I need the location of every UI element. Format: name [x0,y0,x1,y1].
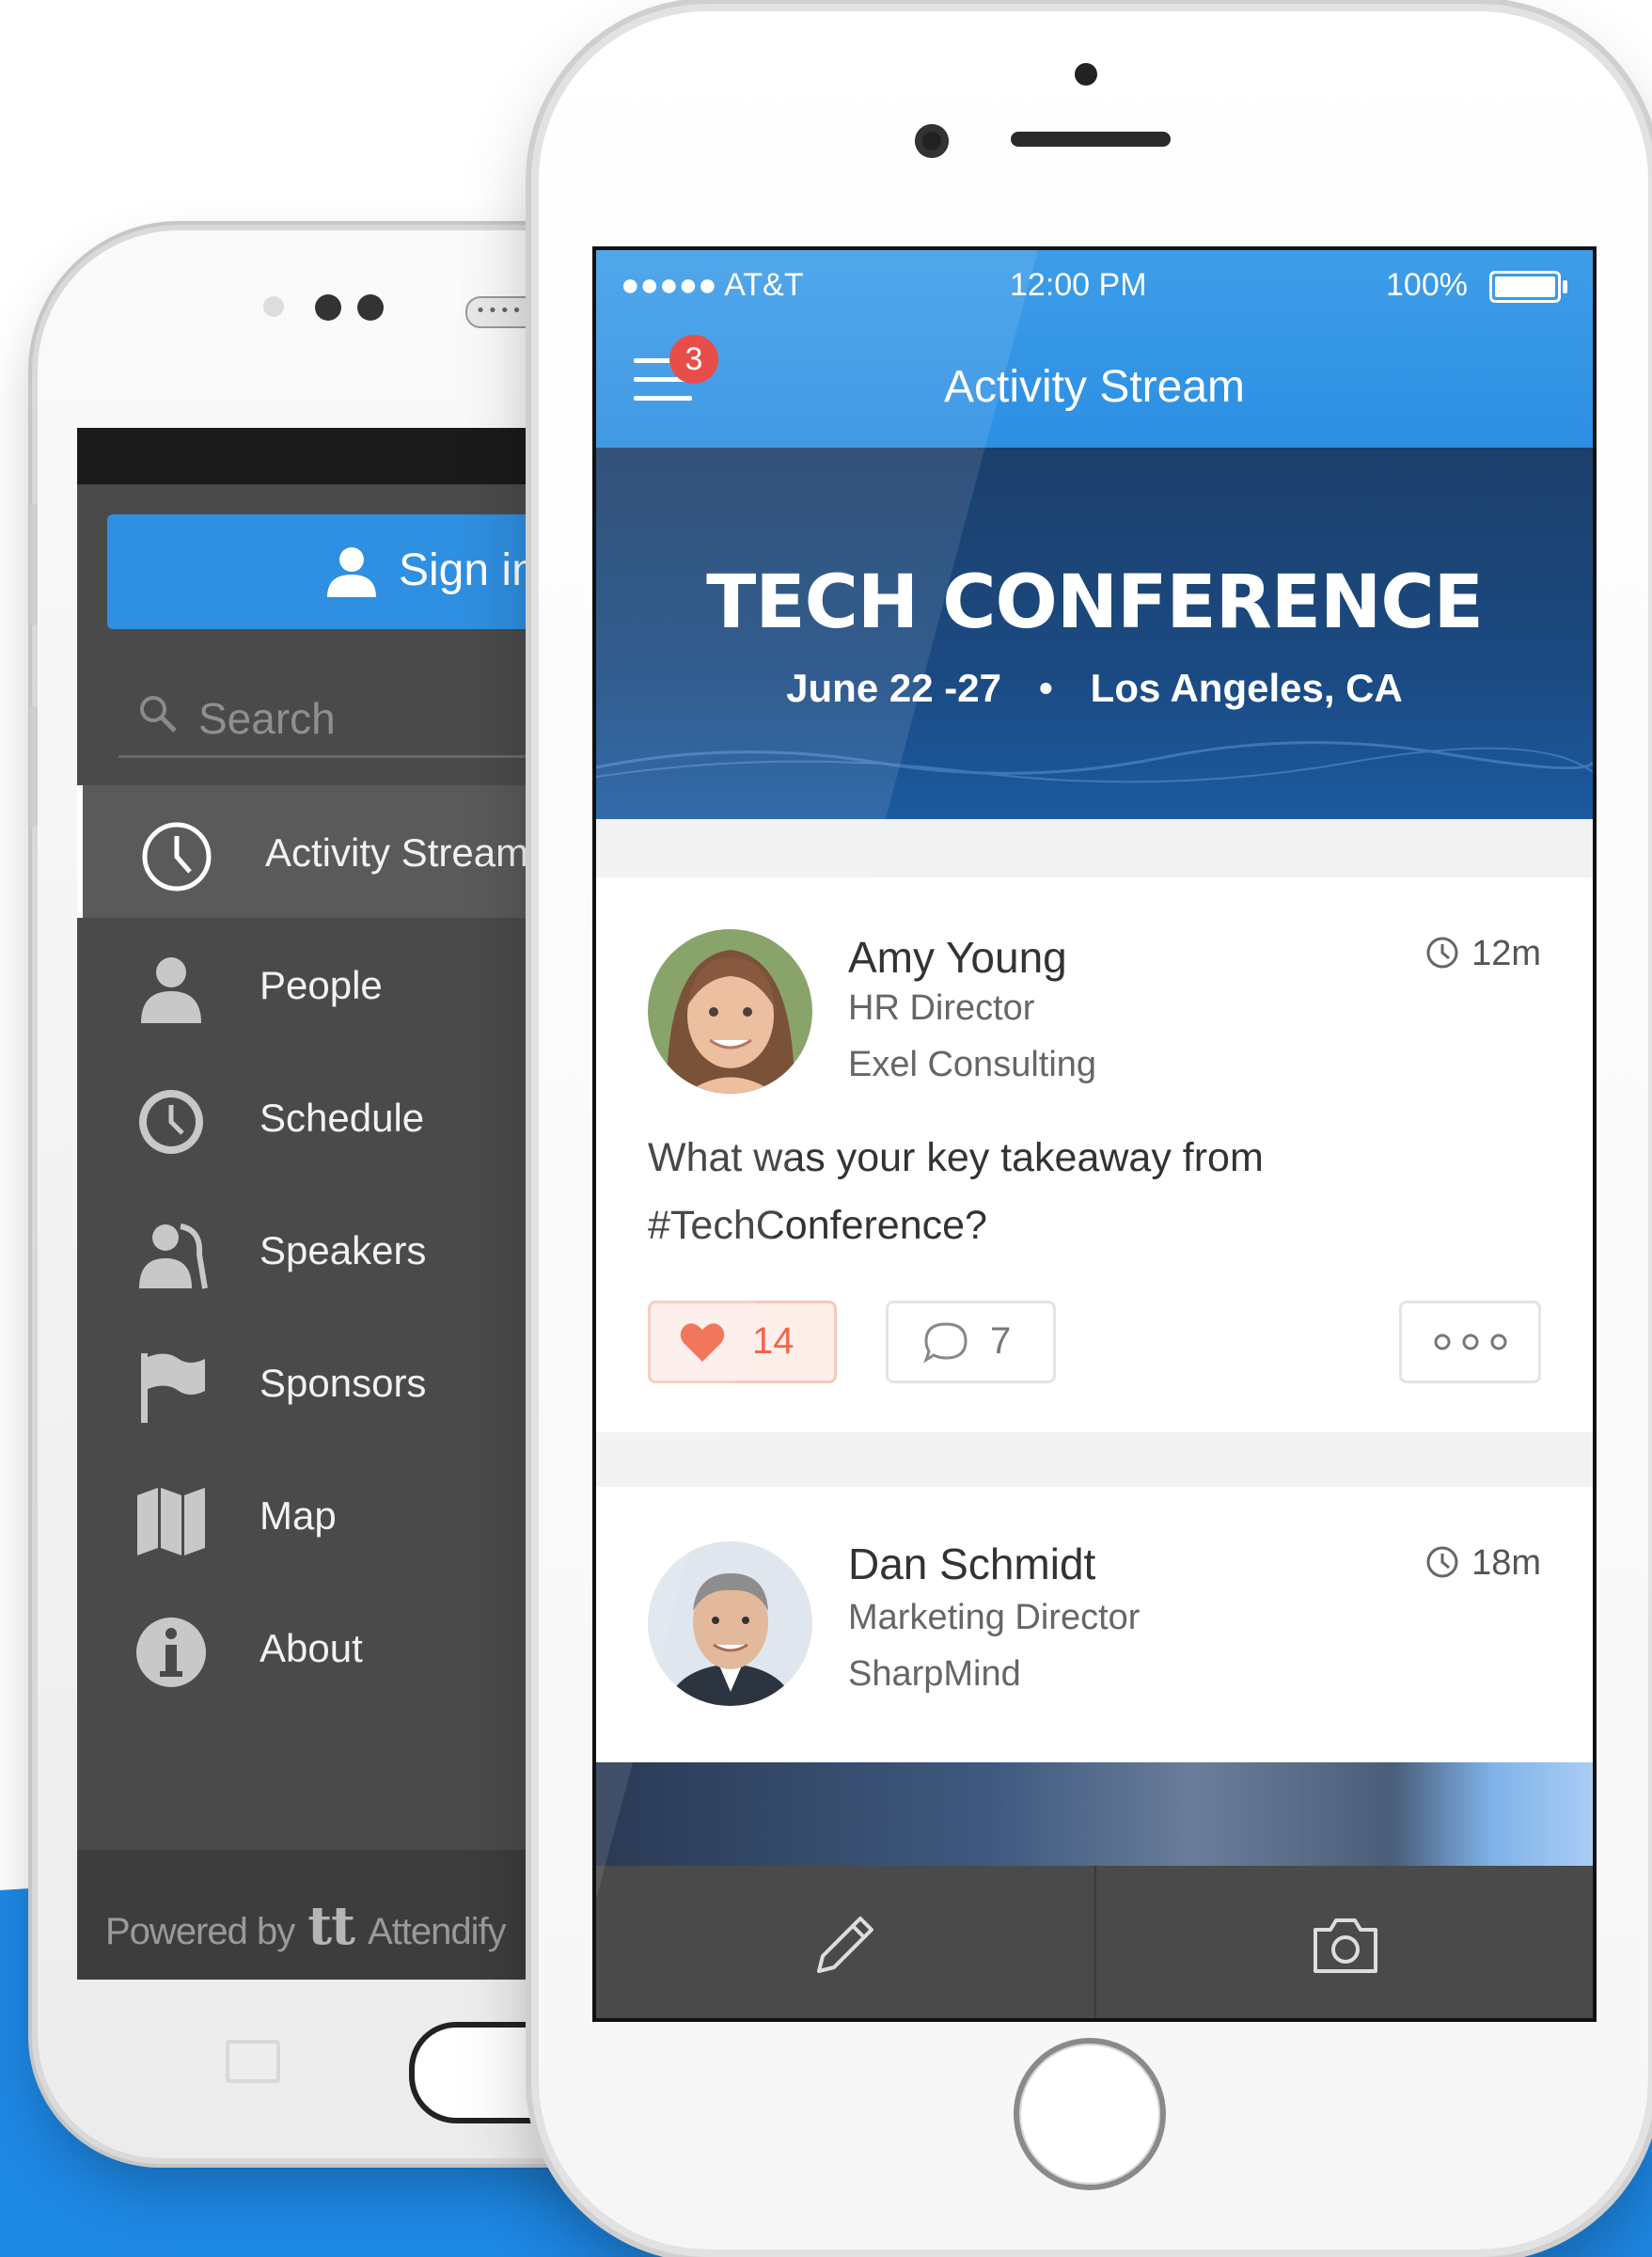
person-icon [141,957,201,1023]
author-role: Marketing Director [848,1598,1141,1637]
post-card: Amy Young HR Director Exel Consulting 12… [596,877,1593,1432]
page-title: Activity Stream [943,362,1246,412]
attendify-logo: tt [307,1895,355,1957]
map-icon [137,1488,205,1555]
event-banner: TECH CONFERENCE June 22 -27 • Los Angeles,… [596,448,1593,819]
front-camera [915,124,949,158]
front-camera [357,294,384,321]
post-text-line: What was your key takeaway from [648,1135,1264,1180]
post-text-line: #TechConference? [648,1203,987,1248]
author-name[interactable]: Dan Schmidt [848,1539,1095,1589]
author-name[interactable]: Amy Young [848,932,1067,983]
iphone: ●●●●● AT&T 12:00 PM 100% 3 Activity Stre… [539,11,1648,2249]
front-camera [315,294,341,321]
bottom-toolbar [596,1866,1593,2018]
separator: • [1038,666,1053,710]
more-icon [1434,1334,1507,1350]
post-photo[interactable] [596,1762,1593,1866]
powered-by-label: Powered by [105,1911,295,1952]
like-count: 14 [752,1320,795,1362]
info-icon [136,1618,206,1687]
clock-icon [139,1090,203,1154]
event-dates: June 22 -27 [786,666,1001,710]
brand-label: Attendify [367,1911,507,1952]
post-timestamp: 18m [1424,1543,1541,1584]
avatar[interactable] [648,929,812,1094]
sidebar-item-label: People [260,963,383,1007]
sidebar-item-label: Map [260,1493,337,1538]
post-timestamp: 12m [1424,934,1541,974]
comment-button[interactable]: 7 [886,1301,1056,1383]
sign-in-label: Sign in [399,545,537,595]
search-icon [140,696,177,733]
recents-button[interactable] [226,2040,280,2083]
search-placeholder: Search [198,694,336,743]
comment-count: 7 [990,1320,1012,1362]
sensor [263,296,284,317]
avatar[interactable] [648,1541,812,1706]
sidebar-item-label: Sponsors [260,1361,427,1405]
camera-icon [1314,1918,1377,1973]
heart-icon [680,1323,725,1362]
battery-percent: 100% [1386,267,1468,303]
compose-button[interactable] [596,1866,1094,2018]
person-icon [327,547,376,597]
camera-button[interactable] [1094,1866,1593,2018]
like-button[interactable]: 14 [648,1301,837,1383]
time-label: 18m [1471,1543,1541,1583]
time-label: 12m [1471,934,1541,973]
proximity-sensor [1075,63,1097,86]
pencil-icon [817,1917,873,1973]
avatar-image [648,929,812,1094]
speakers-icon [139,1223,208,1289]
wave-decoration [596,741,1593,783]
post-text: What was your key takeaway from #TechCon… [648,1124,1494,1259]
sidebar-item-label: Activity Stream [265,830,529,875]
event-title: TECH CONFERENCE [706,560,1484,645]
clock-icon [1426,937,1458,969]
side-button [30,503,38,625]
comment-icon [923,1322,968,1364]
avatar-image [648,1541,812,1706]
iphone-screen: ●●●●● AT&T 12:00 PM 100% 3 Activity Stre… [592,246,1597,2022]
carrier-label: ●●●●● AT&T [621,267,804,303]
post-card: Dan Schmidt Marketing Director SharpMind… [596,1487,1593,1769]
sidebar-item-label: About [260,1626,363,1670]
sidebar-item-label: Schedule [260,1096,425,1140]
earpiece-speaker [1011,132,1171,147]
more-options-button[interactable] [1399,1301,1541,1383]
side-button [30,705,38,828]
clock-icon [142,822,212,892]
clock-label: 12:00 PM [1010,267,1147,303]
author-role: HR Director [848,988,1035,1028]
author-company: Exel Consulting [848,1045,1097,1084]
event-subtitle: June 22 -27 • Los Angeles, CA [596,666,1593,711]
home-button[interactable] [1014,2038,1166,2190]
clock-icon [1426,1546,1458,1578]
author-company: SharpMind [848,1654,1021,1694]
battery-icon [1489,271,1567,303]
event-location: Los Angeles, CA [1090,666,1403,710]
sidebar-item-label: Speakers [260,1228,427,1272]
flag-icon [141,1353,205,1423]
app-header: ●●●●● AT&T 12:00 PM 100% 3 Activity Stre… [596,250,1593,448]
